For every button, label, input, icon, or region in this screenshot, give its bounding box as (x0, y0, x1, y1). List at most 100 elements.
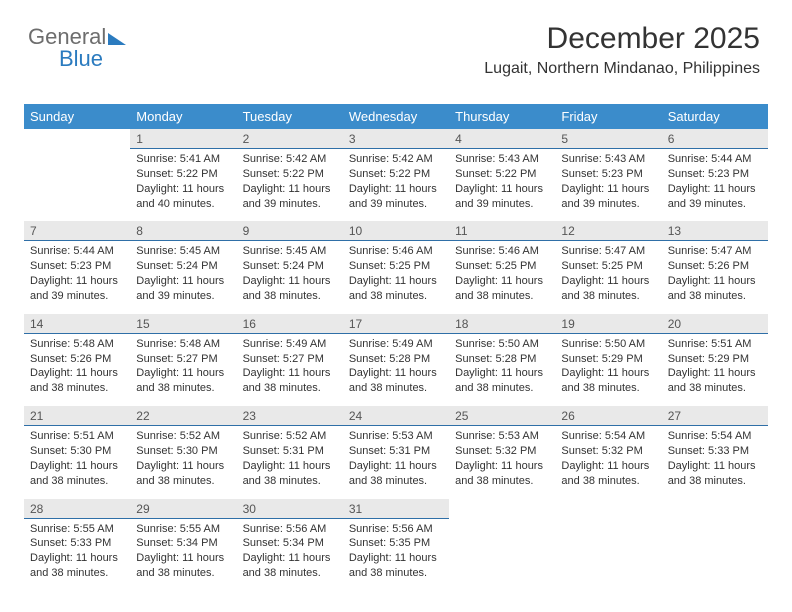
day-info-cell: Sunrise: 5:54 AMSunset: 5:32 PMDaylight:… (555, 426, 661, 499)
sunset-line: Sunset: 5:30 PM (30, 444, 124, 459)
day-number-cell: 22 (130, 406, 236, 426)
day-number-cell: 23 (237, 406, 343, 426)
sunset-line: Sunset: 5:32 PM (455, 444, 549, 459)
sail-icon (108, 33, 126, 45)
day-number-cell: 20 (662, 314, 768, 334)
day-number-cell: 19 (555, 314, 661, 334)
daylight-line: Daylight: 11 hours and 38 minutes. (455, 274, 549, 304)
daylight-line: Daylight: 11 hours and 38 minutes. (30, 366, 124, 396)
sunrise-line: Sunrise: 5:54 AM (668, 429, 762, 444)
daylight-line: Daylight: 11 hours and 39 minutes. (668, 182, 762, 212)
day-info-cell: Sunrise: 5:42 AMSunset: 5:22 PMDaylight:… (343, 149, 449, 222)
daylight-line: Daylight: 11 hours and 38 minutes. (30, 551, 124, 581)
day-number-cell: 11 (449, 221, 555, 241)
day-number-cell: 29 (130, 499, 236, 519)
daylight-line: Daylight: 11 hours and 38 minutes. (136, 551, 230, 581)
sunset-line: Sunset: 5:33 PM (668, 444, 762, 459)
sunrise-line: Sunrise: 5:43 AM (455, 152, 549, 167)
daylight-line: Daylight: 11 hours and 39 minutes. (455, 182, 549, 212)
daylight-line: Daylight: 11 hours and 38 minutes. (349, 459, 443, 489)
sunset-line: Sunset: 5:35 PM (349, 536, 443, 551)
day-info-row: Sunrise: 5:41 AMSunset: 5:22 PMDaylight:… (24, 149, 768, 222)
sunrise-line: Sunrise: 5:46 AM (455, 244, 549, 259)
day-number-cell: 18 (449, 314, 555, 334)
sunset-line: Sunset: 5:22 PM (243, 167, 337, 182)
daylight-line: Daylight: 11 hours and 38 minutes. (243, 366, 337, 396)
daylight-line: Daylight: 11 hours and 38 minutes. (561, 459, 655, 489)
day-info-cell: Sunrise: 5:56 AMSunset: 5:34 PMDaylight:… (237, 518, 343, 591)
day-number-row: 123456 (24, 129, 768, 149)
day-info-cell: Sunrise: 5:47 AMSunset: 5:25 PMDaylight:… (555, 241, 661, 314)
day-info-cell: Sunrise: 5:53 AMSunset: 5:31 PMDaylight:… (343, 426, 449, 499)
sunrise-line: Sunrise: 5:55 AM (30, 522, 124, 537)
sunrise-line: Sunrise: 5:50 AM (455, 337, 549, 352)
daylight-line: Daylight: 11 hours and 38 minutes. (349, 366, 443, 396)
day-info-cell: Sunrise: 5:43 AMSunset: 5:23 PMDaylight:… (555, 149, 661, 222)
sunset-line: Sunset: 5:29 PM (668, 352, 762, 367)
daylight-line: Daylight: 11 hours and 39 minutes. (136, 274, 230, 304)
sunset-line: Sunset: 5:30 PM (136, 444, 230, 459)
sunset-line: Sunset: 5:33 PM (30, 536, 124, 551)
weekday-header: Wednesday (343, 104, 449, 129)
weekday-header: Saturday (662, 104, 768, 129)
sunrise-line: Sunrise: 5:49 AM (349, 337, 443, 352)
daylight-line: Daylight: 11 hours and 38 minutes. (243, 551, 337, 581)
day-number-row: 78910111213 (24, 221, 768, 241)
day-number-cell: 5 (555, 129, 661, 149)
sunset-line: Sunset: 5:27 PM (243, 352, 337, 367)
day-number-cell: 9 (237, 221, 343, 241)
day-info-row: Sunrise: 5:55 AMSunset: 5:33 PMDaylight:… (24, 518, 768, 591)
sunrise-line: Sunrise: 5:55 AM (136, 522, 230, 537)
day-info-cell: Sunrise: 5:50 AMSunset: 5:28 PMDaylight:… (449, 333, 555, 406)
sunset-line: Sunset: 5:29 PM (561, 352, 655, 367)
sunrise-line: Sunrise: 5:53 AM (349, 429, 443, 444)
day-number-cell: 25 (449, 406, 555, 426)
weekday-header: Monday (130, 104, 236, 129)
day-info-cell (662, 518, 768, 591)
sunset-line: Sunset: 5:22 PM (136, 167, 230, 182)
day-number-row: 21222324252627 (24, 406, 768, 426)
day-number-row: 14151617181920 (24, 314, 768, 334)
day-info-cell: Sunrise: 5:52 AMSunset: 5:30 PMDaylight:… (130, 426, 236, 499)
day-info-cell: Sunrise: 5:56 AMSunset: 5:35 PMDaylight:… (343, 518, 449, 591)
daylight-line: Daylight: 11 hours and 39 minutes. (30, 274, 124, 304)
sunrise-line: Sunrise: 5:47 AM (668, 244, 762, 259)
sunset-line: Sunset: 5:26 PM (30, 352, 124, 367)
daylight-line: Daylight: 11 hours and 38 minutes. (668, 459, 762, 489)
sunset-line: Sunset: 5:25 PM (561, 259, 655, 274)
day-info-cell: Sunrise: 5:45 AMSunset: 5:24 PMDaylight:… (237, 241, 343, 314)
day-number-cell: 15 (130, 314, 236, 334)
brand-part2: Blue (59, 46, 103, 72)
day-info-cell: Sunrise: 5:51 AMSunset: 5:30 PMDaylight:… (24, 426, 130, 499)
day-info-cell (24, 149, 130, 222)
day-info-cell: Sunrise: 5:45 AMSunset: 5:24 PMDaylight:… (130, 241, 236, 314)
day-info-cell: Sunrise: 5:46 AMSunset: 5:25 PMDaylight:… (343, 241, 449, 314)
sunrise-line: Sunrise: 5:56 AM (243, 522, 337, 537)
sunset-line: Sunset: 5:23 PM (561, 167, 655, 182)
day-number-cell: 17 (343, 314, 449, 334)
day-info-cell: Sunrise: 5:48 AMSunset: 5:26 PMDaylight:… (24, 333, 130, 406)
page-subtitle: Lugait, Northern Mindanao, Philippines (0, 60, 760, 78)
day-info-cell: Sunrise: 5:50 AMSunset: 5:29 PMDaylight:… (555, 333, 661, 406)
daylight-line: Daylight: 11 hours and 38 minutes. (243, 459, 337, 489)
sunrise-line: Sunrise: 5:52 AM (136, 429, 230, 444)
sunrise-line: Sunrise: 5:51 AM (668, 337, 762, 352)
day-number-cell: 12 (555, 221, 661, 241)
sunset-line: Sunset: 5:22 PM (455, 167, 549, 182)
day-info-cell: Sunrise: 5:55 AMSunset: 5:33 PMDaylight:… (24, 518, 130, 591)
day-info-cell: Sunrise: 5:46 AMSunset: 5:25 PMDaylight:… (449, 241, 555, 314)
weekday-header: Friday (555, 104, 661, 129)
day-number-cell: 16 (237, 314, 343, 334)
weekday-header-row: Sunday Monday Tuesday Wednesday Thursday… (24, 104, 768, 129)
sunset-line: Sunset: 5:32 PM (561, 444, 655, 459)
daylight-line: Daylight: 11 hours and 39 minutes. (243, 182, 337, 212)
day-number-cell (662, 499, 768, 519)
sunrise-line: Sunrise: 5:51 AM (30, 429, 124, 444)
sunset-line: Sunset: 5:25 PM (349, 259, 443, 274)
day-number-cell: 14 (24, 314, 130, 334)
calendar: Sunday Monday Tuesday Wednesday Thursday… (24, 104, 768, 591)
sunrise-line: Sunrise: 5:42 AM (243, 152, 337, 167)
sunset-line: Sunset: 5:34 PM (136, 536, 230, 551)
daylight-line: Daylight: 11 hours and 38 minutes. (243, 274, 337, 304)
day-number-cell: 21 (24, 406, 130, 426)
